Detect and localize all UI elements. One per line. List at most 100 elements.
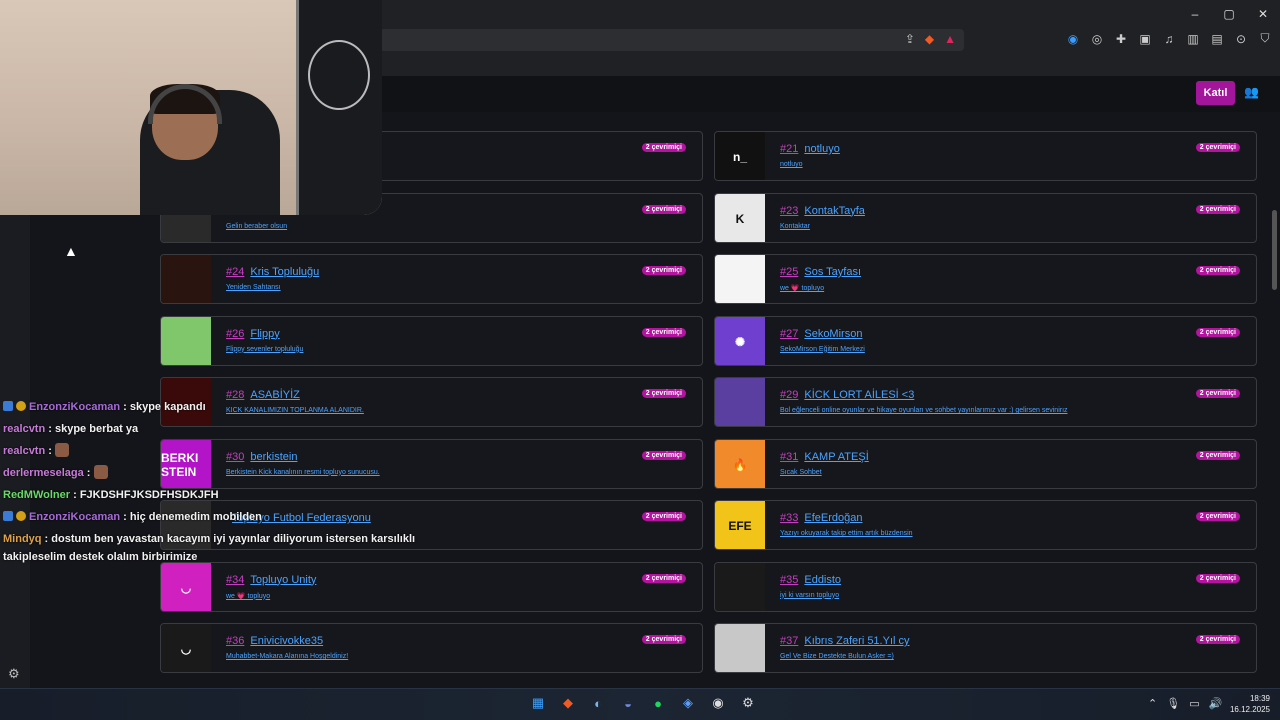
community-name-link[interactable]: notluyo: [804, 143, 839, 155]
community-card[interactable]: ✺ #27 SekoMirson SekoMirson Eğitim Merkezi 2…: [714, 315, 1257, 366]
audio-extension-icon[interactable]: ◉: [1066, 32, 1080, 46]
community-card[interactable]: K #23 KontakTayfa Kontaktar 2 çevrimiçi: [714, 192, 1257, 243]
community-rank[interactable]: #21: [780, 143, 798, 155]
gear-icon[interactable]: ⚙: [8, 666, 20, 682]
community-thumbnail[interactable]: [715, 562, 765, 611]
minimize-button[interactable]: –: [1178, 0, 1212, 28]
community-name-link[interactable]: SekoMirson: [804, 328, 862, 340]
community-thumbnail[interactable]: EFE: [715, 501, 765, 549]
discord-icon[interactable]: ◒: [618, 693, 638, 713]
scrollbar-thumb[interactable]: [1272, 210, 1277, 290]
close-button[interactable]: ✕: [1246, 0, 1280, 28]
community-name-link[interactable]: KAMP ATEŞİ: [804, 451, 868, 463]
community-rank[interactable]: #36: [226, 635, 244, 647]
community-thumbnail[interactable]: [715, 624, 765, 672]
community-description[interactable]: SekoMirson Eğitim Merkezi: [780, 346, 865, 353]
volume-icon[interactable]: 🔊: [1209, 697, 1223, 710]
chat-username[interactable]: EnzonziKocaman: [29, 401, 120, 413]
community-thumbnail[interactable]: K: [715, 193, 765, 242]
community-description[interactable]: we 💗 topluyo: [780, 284, 824, 292]
community-rank[interactable]: #25: [780, 266, 798, 278]
community-rank[interactable]: #34: [226, 574, 244, 586]
community-thumbnail[interactable]: [715, 378, 765, 426]
vpn-icon[interactable]: ⛉: [1258, 31, 1272, 46]
chat-username[interactable]: RedMWolner: [3, 489, 70, 501]
community-name-link[interactable]: KİCK LORT AİLESİ <3: [804, 389, 914, 401]
community-description[interactable]: we 💗 topluyo: [226, 592, 270, 600]
community-name-link[interactable]: Kris Topluluğu: [250, 266, 319, 278]
obs-icon[interactable]: ◉: [708, 693, 728, 713]
screenshot-icon[interactable]: ▣: [1138, 32, 1152, 46]
community-name-link[interactable]: Flippy: [250, 328, 279, 340]
community-thumbnail[interactable]: ◡: [161, 624, 211, 672]
community-card[interactable]: #26 Flippy Flippy sevenler topluluğu 2 çevr…: [160, 315, 703, 366]
community-rank[interactable]: #35: [780, 574, 798, 586]
chat-username[interactable]: realcvtn: [3, 423, 45, 435]
community-description[interactable]: Bol eğlenceli online oyunlar ve hikaye o…: [780, 407, 1068, 414]
community-rank[interactable]: #33: [780, 512, 798, 524]
community-rank[interactable]: #37: [780, 635, 798, 647]
community-description[interactable]: Gelin beraber olsun: [226, 223, 287, 230]
community-thumbnail[interactable]: ◡: [161, 562, 211, 611]
community-name-link[interactable]: Kıbrıs Zaferi 51.Yıl cy: [804, 635, 909, 647]
community-rank[interactable]: #27: [780, 328, 798, 340]
community-description[interactable]: Flippy sevenler topluluğu: [226, 346, 303, 353]
chevron-up-icon[interactable]: ⌃: [1148, 697, 1157, 710]
share-icon[interactable]: ⇪: [905, 32, 915, 46]
community-card[interactable]: #24 Kris Topluluğu Yeniden Sahtansı 2 çevri…: [160, 254, 703, 304]
community-name-link[interactable]: Sos Tayfası: [804, 266, 861, 278]
brave-rewards-icon[interactable]: ▲: [944, 32, 956, 46]
community-rank[interactable]: #31: [780, 451, 798, 463]
community-rank[interactable]: #29: [780, 389, 798, 401]
community-rank[interactable]: #26: [226, 328, 244, 340]
community-thumbnail[interactable]: 🔥: [715, 439, 765, 488]
community-rank[interactable]: #24: [226, 266, 244, 278]
community-description[interactable]: Gel Ve Bize Destekte Bulun Asker =): [780, 653, 894, 660]
microphone-icon[interactable]: 🎙: [1166, 697, 1180, 710]
scrollbar[interactable]: [1270, 112, 1280, 688]
sidebar-toggle-icon[interactable]: ▥: [1186, 32, 1200, 46]
brave-shield-icon[interactable]: ◆: [925, 32, 934, 46]
community-description[interactable]: Sıcak Sohbet: [780, 469, 822, 476]
community-name-link[interactable]: Enivicivokke35: [250, 635, 323, 647]
members-icon[interactable]: 👥: [1244, 85, 1259, 99]
app-icon[interactable]: ◈: [678, 693, 698, 713]
community-name-link[interactable]: KontakTayfa: [804, 205, 865, 217]
chat-username[interactable]: realcvtn: [3, 445, 45, 457]
community-card[interactable]: #25 Sos Tayfası we 💗 topluyo 2 çevrimiçi: [714, 254, 1257, 304]
community-card[interactable]: #37 Kıbrıs Zaferi 51.Yıl cy Gel Ve Bize De…: [714, 623, 1257, 673]
join-button[interactable]: Katıl: [1196, 81, 1235, 105]
community-name-link[interactable]: Topluyo Unity: [250, 574, 316, 586]
community-description[interactable]: Yeniden Sahtansı: [226, 284, 281, 291]
steam-icon[interactable]: ◐: [588, 693, 608, 713]
community-card[interactable]: n_ #21 notluyo notluyo 2 çevrimiçi: [714, 131, 1257, 181]
puzzle-icon[interactable]: ✚: [1114, 32, 1128, 46]
community-thumbnail[interactable]: [161, 255, 211, 303]
network-icon[interactable]: ▭: [1189, 697, 1199, 710]
community-thumbnail[interactable]: [161, 316, 211, 365]
community-name-link[interactable]: Eddisto: [804, 574, 841, 586]
profile-icon[interactable]: ⊙: [1234, 32, 1248, 46]
community-description[interactable]: notluyo: [780, 161, 803, 168]
community-thumbnail[interactable]: ✺: [715, 316, 765, 365]
maximize-button[interactable]: ▢: [1212, 0, 1246, 28]
community-card[interactable]: #35 Eddisto iyi ki varsın topluyo 2 çevrimi…: [714, 561, 1257, 612]
community-card[interactable]: EFE #33 EfeErdoğan Yazıyı okuyarak takip et…: [714, 500, 1257, 550]
community-description[interactable]: iyi ki varsın topluyo: [780, 592, 839, 599]
extension-icon[interactable]: ◎: [1090, 32, 1104, 46]
chat-username[interactable]: Mindyq: [3, 533, 42, 545]
community-card[interactable]: ◡ #36 Enivicivokke35 Muhabbet-Makara Alanın…: [160, 623, 703, 673]
community-card[interactable]: #29 KİCK LORT AİLESİ <3 Bol eğlenceli onli…: [714, 377, 1257, 427]
wallet-icon[interactable]: ▤: [1210, 32, 1224, 46]
chat-username[interactable]: derlermeselaga: [3, 467, 84, 479]
settings-app-icon[interactable]: ⚙: [738, 693, 758, 713]
windows-start-icon[interactable]: ▦: [528, 693, 548, 713]
community-description[interactable]: Muhabbet-Makara Alanına Hoşgeldiniz!: [226, 653, 348, 660]
chat-username[interactable]: EnzonziKocaman: [29, 511, 120, 523]
community-name-link[interactable]: EfeErdoğan: [804, 512, 862, 524]
community-thumbnail[interactable]: n_: [715, 132, 765, 180]
community-card[interactable]: ◡ #34 Topluyo Unity we 💗 topluyo 2 çevrimiçi: [160, 561, 703, 612]
community-card[interactable]: 🔥 #31 KAMP ATEŞİ Sıcak Sohbet 2 çevrimiçi: [714, 438, 1257, 489]
community-thumbnail[interactable]: [715, 255, 765, 303]
music-icon[interactable]: ♫: [1162, 32, 1176, 46]
